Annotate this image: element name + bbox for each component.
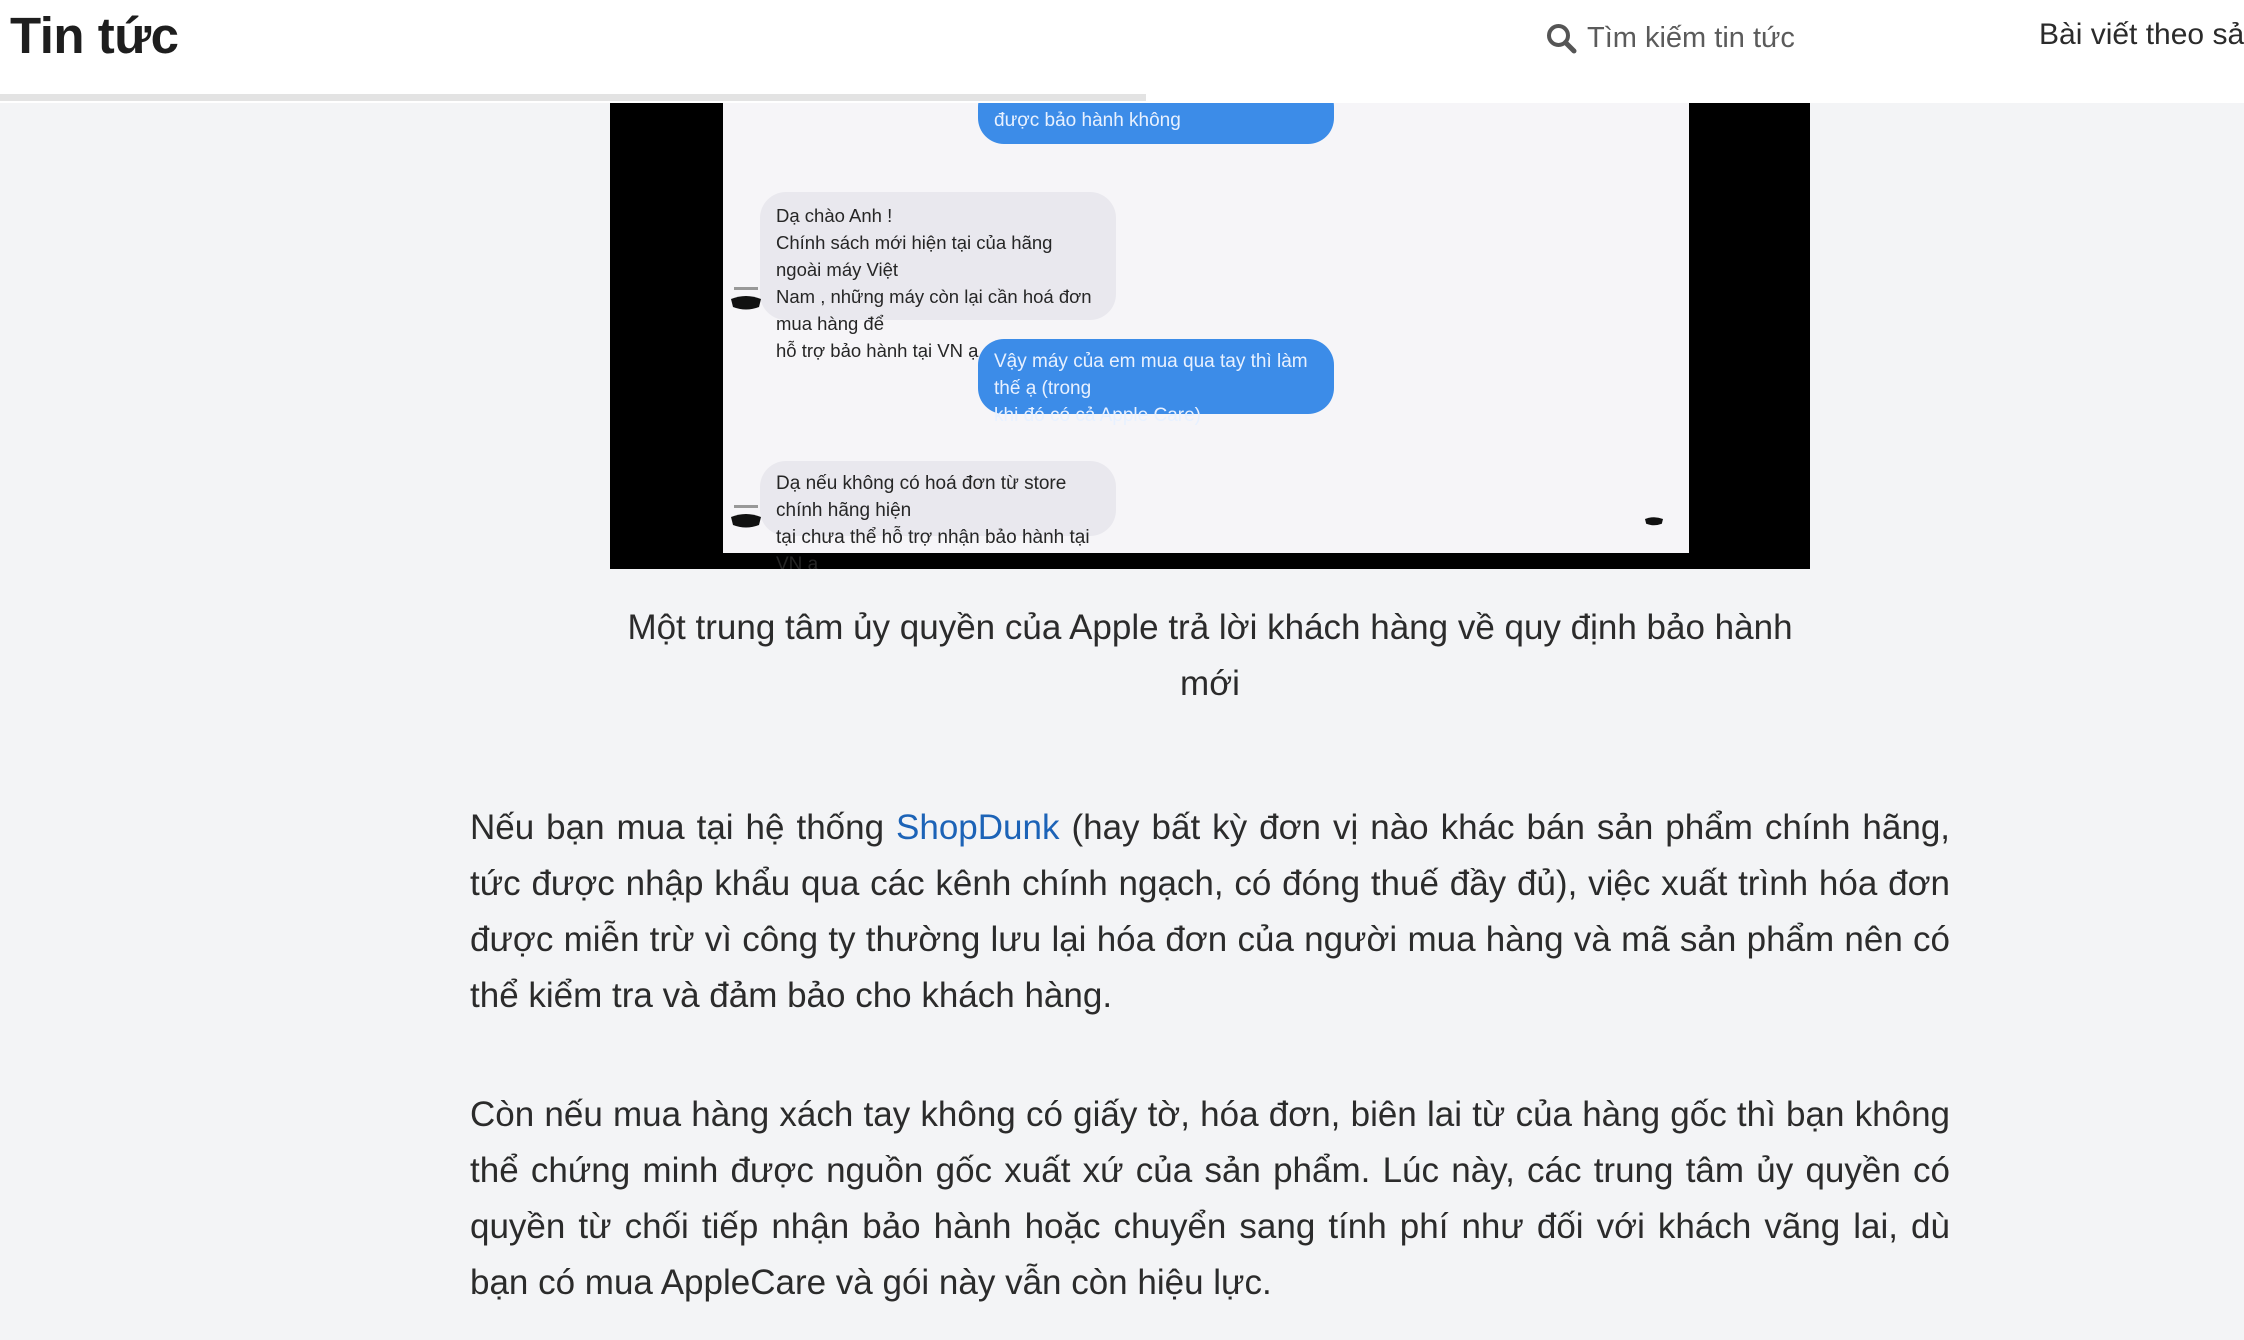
- chat-screenshot: được bảo hành không Dạ chào Anh ! Chính …: [723, 103, 1689, 569]
- store-avatar-icon: [731, 505, 761, 528]
- article-paragraph-1: Nếu bạn mua tại hệ thống ShopDunk (hay b…: [470, 800, 1950, 1024]
- articles-by-topic-link[interactable]: Bài viết theo sả: [2039, 18, 2244, 52]
- paragraph-text: Nếu bạn mua tại hệ thống: [470, 808, 897, 847]
- article-image: được bảo hành không Dạ chào Anh ! Chính …: [610, 103, 1810, 569]
- chat-bubble-store-2: Dạ nếu không có hoá đơn từ store chính h…: [760, 461, 1116, 569]
- top-navigation-bar: Tin tức Tìm kiếm tin tức Bài viết theo s…: [0, 0, 2244, 103]
- site-title[interactable]: Tin tức: [10, 8, 179, 64]
- search-icon: [1547, 23, 1577, 53]
- reading-progress-bar: [0, 94, 1146, 101]
- read-receipt-icon: [1645, 517, 1663, 526]
- shopdunk-link[interactable]: ShopDunk: [896, 808, 1059, 847]
- image-caption: Một trung tâm ủy quyền của Apple trả lời…: [627, 608, 1793, 703]
- chat-bubble-customer-1: được bảo hành không: [978, 103, 1334, 144]
- search-input[interactable]: Tìm kiếm tin tức: [1587, 22, 1795, 55]
- article-paragraph-2: Còn nếu mua hàng xách tay không có giấy …: [470, 1095, 1950, 1302]
- chat-bubble-customer-2: Vậy máy của em mua qua tay thì làm thế ạ…: [978, 339, 1334, 426]
- chat-bubble-store-1: Dạ chào Anh ! Chính sách mới hiện tại củ…: [760, 192, 1116, 361]
- store-avatar-icon: [731, 287, 761, 310]
- search-box[interactable]: Tìm kiếm tin tức: [1546, 18, 1795, 58]
